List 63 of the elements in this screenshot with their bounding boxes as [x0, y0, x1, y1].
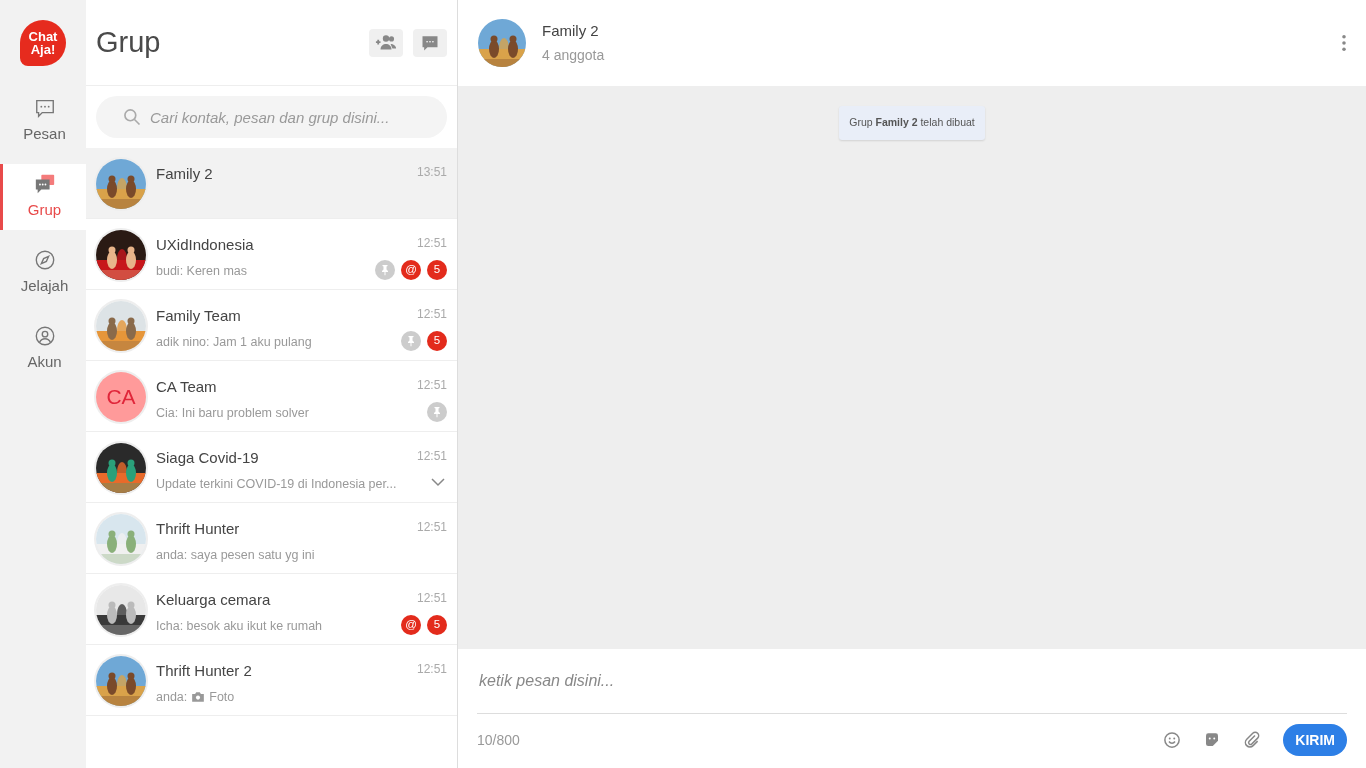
paperclip-icon: [1243, 731, 1262, 749]
emoji-button[interactable]: [1163, 731, 1182, 749]
search-field[interactable]: Cari kontak, pesan dan grup disini...: [96, 96, 447, 138]
smiley-icon: [1163, 731, 1182, 749]
nav-tab[interactable]: Grup: [0, 164, 86, 230]
chat-name: Keluarga cemara: [156, 590, 272, 610]
chat-time: 12:51: [416, 235, 447, 252]
member-count: 4 anggota: [542, 45, 606, 65]
new-chat-button[interactable]: [413, 28, 447, 57]
user-icon: [33, 324, 56, 347]
chat-name: Siaga Covid-19: [156, 448, 260, 468]
nav-tab[interactable]: Pesan: [0, 88, 86, 154]
chat-time: 12:51: [416, 306, 447, 323]
chat-row[interactable]: Thrift Hunter 2 anda: Foto 12:51: [86, 645, 457, 716]
chat-time: 12:51: [416, 590, 447, 607]
unread-count: 5: [427, 615, 447, 635]
chat-time: 12:51: [416, 448, 447, 465]
attach-button[interactable]: [1243, 731, 1262, 749]
mention-badge: @: [401, 615, 421, 635]
message-preview: adik nino: Jam 1 aku pulang: [156, 333, 313, 351]
chat-name: Family Team: [156, 306, 242, 326]
chat-row[interactable]: CA CA Team Cia: Ini baru problem solver 12:51: [86, 361, 457, 432]
message-preview: anda:: [156, 688, 188, 706]
chat-row[interactable]: Keluarga cemara Icha: besok aku ikut ke rumah 12:51 @ 5: [86, 574, 457, 645]
chat-row[interactable]: UXidIndonesia budi: Keren mas 12:51 @ 5: [86, 219, 457, 290]
chat-time: 12:51: [416, 661, 447, 678]
compass-icon: [33, 248, 56, 271]
more-options-button[interactable]: [1342, 35, 1346, 51]
chat-row[interactable]: Family Team adik nino: Jam 1 aku pulang 12:51 5: [86, 290, 457, 361]
nav-tab[interactable]: Jelajah: [0, 240, 86, 306]
avatar: CA: [96, 372, 146, 422]
character-counter: 10/800: [477, 730, 521, 750]
logo-text: Aja!: [30, 43, 56, 56]
message-preview: anda: saya pesen satu yg ini: [156, 546, 316, 564]
chat-name: Thrift Hunter: [156, 519, 241, 539]
chat-time: 12:51: [416, 377, 447, 394]
camera-icon: [191, 689, 206, 704]
chat-name: CA Team: [156, 377, 218, 397]
message-preview: budi: Keren mas: [156, 262, 249, 280]
more-vertical-icon: [1342, 35, 1346, 51]
logo-text: Chat: [28, 30, 58, 43]
chat-row[interactable]: Family 2 13:51: [86, 148, 457, 219]
add-member-button[interactable]: [369, 28, 403, 57]
chat-row[interactable]: Siaga Covid-19 Update terkini COVID-19 di Indonesia per... 12:51: [86, 432, 457, 503]
send-button[interactable]: KIRIM: [1283, 724, 1347, 756]
conversation-title: Family 2: [542, 21, 600, 42]
mention-badge: @: [401, 260, 421, 280]
chat-row[interactable]: Thrift Hunter anda: saya pesen satu yg ini 12:51: [86, 503, 457, 574]
chat-name: UXidIndonesia: [156, 235, 255, 255]
attachment-label: Foto: [209, 688, 235, 706]
system-message: Grup Family 2 telah dibuat: [839, 106, 985, 140]
unread-count: 5: [427, 331, 447, 351]
chat-time: 13:51: [416, 164, 447, 181]
chat-time: 12:51: [416, 519, 447, 536]
chat-name: Family 2: [156, 164, 214, 184]
chat-name: Thrift Hunter 2: [156, 661, 253, 681]
nav-tab[interactable]: Akun: [0, 316, 86, 382]
unread-count: 5: [427, 260, 447, 280]
chat-bubbles-icon: [33, 172, 56, 195]
message-preview: Icha: besok aku ikut ke rumah: [156, 617, 324, 635]
panel-title: Grup: [96, 25, 162, 60]
message-preview: Update terkini COVID-19 di Indonesia per...: [156, 475, 398, 493]
message-preview: Cia: Ini baru problem solver: [156, 404, 310, 422]
